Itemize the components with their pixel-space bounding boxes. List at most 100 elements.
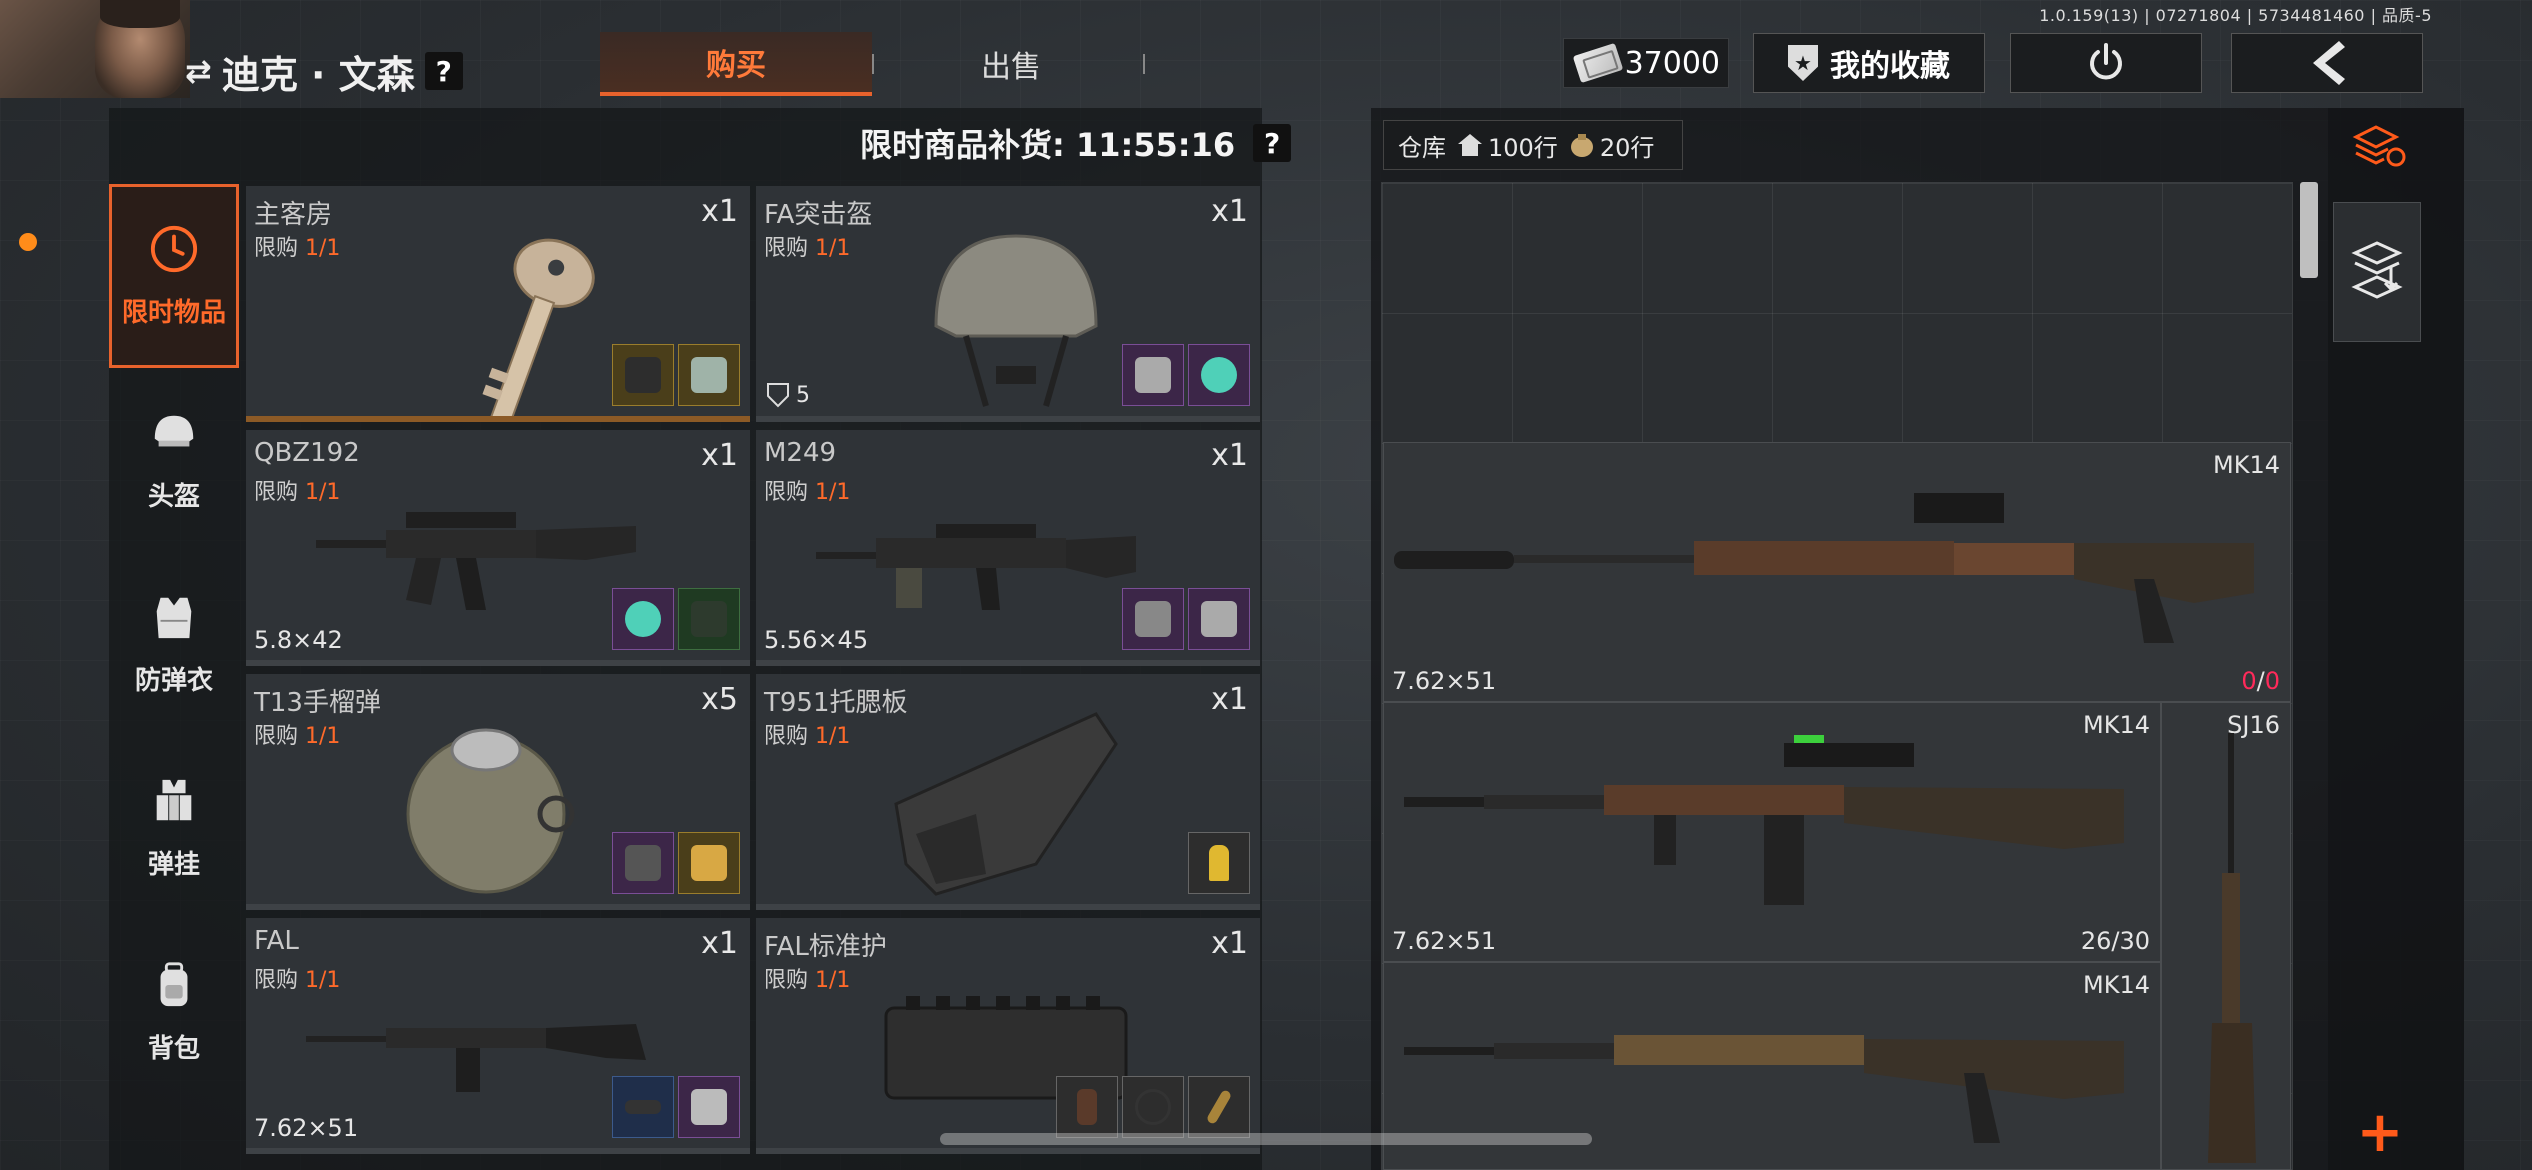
warehouse-label: 仓库 (1398, 133, 1446, 162)
item-caliber: 7.62×51 (1392, 927, 1497, 955)
material-slot[interactable] (678, 344, 740, 406)
material-slot[interactable] (678, 1076, 740, 1138)
material-slot[interactable] (1188, 344, 1250, 406)
item-qty: x1 (1211, 682, 1248, 717)
scrollbar-thumb[interactable] (2300, 182, 2318, 278)
item-caliber: 7.62×51 (254, 1114, 359, 1142)
warehouse-item[interactable]: MK14 7.62×51 0/0 (1383, 442, 2291, 702)
material-slot[interactable] (612, 344, 674, 406)
cheekrest-image (894, 712, 1118, 896)
category-limited[interactable]: 限时物品 (109, 184, 239, 368)
warehouse-item[interactable]: SJ16 (2161, 702, 2291, 1170)
sort-warehouse-button[interactable] (2345, 116, 2415, 176)
chest-rig-icon (149, 776, 199, 826)
category-backpack[interactable]: 背包 (109, 920, 239, 1104)
required-materials (612, 832, 740, 894)
tab-divider (872, 54, 874, 74)
material-slot[interactable] (1056, 1076, 1118, 1138)
item-name: MK14 (2213, 451, 2280, 479)
item-card[interactable]: QBZ192 限购 1/1 x1 5.8×42 (246, 430, 750, 666)
add-icon[interactable]: + (2350, 1100, 2410, 1165)
mk14-rifle-image (1404, 735, 2124, 905)
category-column: 限时物品 头盔 防弹衣 弹挂 背包 (109, 184, 239, 1104)
bag-icon (1570, 134, 1593, 157)
home-indicator (940, 1133, 1592, 1145)
category-label: 弹挂 (147, 849, 200, 880)
armor-level: 5 (766, 382, 810, 408)
material-slot[interactable] (1188, 1076, 1250, 1138)
material-slot[interactable] (612, 1076, 674, 1138)
required-materials (1122, 344, 1250, 406)
tab-buy[interactable]: 购买 (600, 32, 872, 96)
money-display: 37000 (1563, 38, 1729, 88)
item-card[interactable]: FAL 限购 1/1 x1 7.62×51 (246, 918, 750, 1154)
material-slot[interactable] (1188, 588, 1250, 650)
category-label: 头盔 (147, 481, 200, 512)
item-qty: x5 (701, 682, 738, 717)
ammo-count: 26/30 (2080, 927, 2150, 955)
item-caliber: 5.8×42 (254, 626, 343, 654)
restock-help-icon[interactable]: ? (1253, 124, 1292, 162)
item-qty: x1 (701, 194, 738, 229)
backpack-icon (149, 960, 199, 1010)
category-label: 背包 (147, 1033, 200, 1064)
money-amount: 37000 (1624, 45, 1720, 81)
item-card[interactable]: 主客房 限购 1/1 x1 (246, 186, 750, 422)
switch-trader-icon[interactable]: ⇄ (185, 52, 212, 90)
power-icon (2090, 43, 2122, 80)
material-slot[interactable] (612, 832, 674, 894)
category-label: 防弹衣 (134, 665, 213, 696)
restock-label: 限时商品补货: 11:55:16 (860, 126, 1236, 164)
item-card[interactable]: T13手榴弹 限购 1/1 x5 (246, 674, 750, 910)
required-materials (612, 588, 740, 650)
layers-refresh-icon (2352, 125, 2406, 167)
vest-icon (149, 592, 199, 642)
category-chest-rig[interactable]: 弹挂 (109, 736, 239, 920)
item-card[interactable]: FA突击盔 限购 1/1 x1 5 (756, 186, 1260, 422)
back-button[interactable] (2231, 33, 2423, 93)
trader-name-bar[interactable]: ⇄ 迪克 · 文森 ? (185, 48, 463, 97)
house-icon (1458, 134, 1482, 156)
trader-hair (100, 0, 180, 28)
trader-name: 迪克 · 文森 (221, 52, 415, 97)
item-qty: x1 (701, 926, 738, 961)
version-info: 1.0.159(13) | 07271804 | 5734481460 | 品质… (2039, 6, 2432, 25)
required-materials (1188, 832, 1250, 894)
material-slot[interactable] (678, 832, 740, 894)
trader-portrait[interactable] (0, 0, 190, 98)
item-caliber: 5.56×45 (764, 626, 869, 654)
material-slot[interactable] (678, 588, 740, 650)
home-capacity: 100行 (1456, 128, 1558, 163)
power-button[interactable] (2010, 33, 2202, 93)
favorites-button[interactable]: ★ 我的收藏 (1753, 33, 1985, 93)
required-materials (612, 344, 740, 406)
item-qty: x1 (1211, 194, 1248, 229)
item-card[interactable]: FAL标准护 限购 1/1 x1 (756, 918, 1260, 1154)
favorites-label: 我的收藏 (1830, 49, 1950, 84)
material-slot[interactable] (1122, 588, 1184, 650)
material-slot[interactable] (1188, 832, 1250, 894)
chevron-left-icon (2313, 41, 2345, 85)
bag-capacity: 20行 (1568, 128, 1654, 163)
ammo-count: 0/0 (2241, 667, 2280, 695)
store-all-button[interactable] (2333, 202, 2421, 342)
tab-sell[interactable]: 出售 (876, 32, 1146, 96)
item-card[interactable]: M249 限购 1/1 x1 5.56×45 (756, 430, 1260, 666)
warehouse-scrollbar[interactable] (2300, 182, 2318, 1170)
category-helmet[interactable]: 头盔 (109, 368, 239, 552)
material-slot[interactable] (1122, 1076, 1184, 1138)
notification-dot (19, 233, 37, 251)
layers-download-icon (2351, 241, 2403, 299)
item-name: MK14 (2083, 971, 2150, 999)
category-vest[interactable]: 防弹衣 (109, 552, 239, 736)
warehouse-item[interactable]: MK14 7.62×51 26/30 (1383, 702, 2161, 962)
clock-icon (149, 224, 199, 274)
material-slot[interactable] (1122, 344, 1184, 406)
material-slot[interactable] (612, 588, 674, 650)
shield-icon (767, 383, 789, 408)
item-card[interactable]: T951托腮板 限购 1/1 x1 (756, 674, 1260, 910)
star-shield-icon: ★ (1788, 45, 1818, 81)
trader-help-icon[interactable]: ? (424, 52, 463, 90)
restock-timer: 限时商品补货: 11:55:16 ? (860, 118, 1292, 168)
warehouse-header: 仓库 100行 20行 (1383, 120, 1683, 170)
